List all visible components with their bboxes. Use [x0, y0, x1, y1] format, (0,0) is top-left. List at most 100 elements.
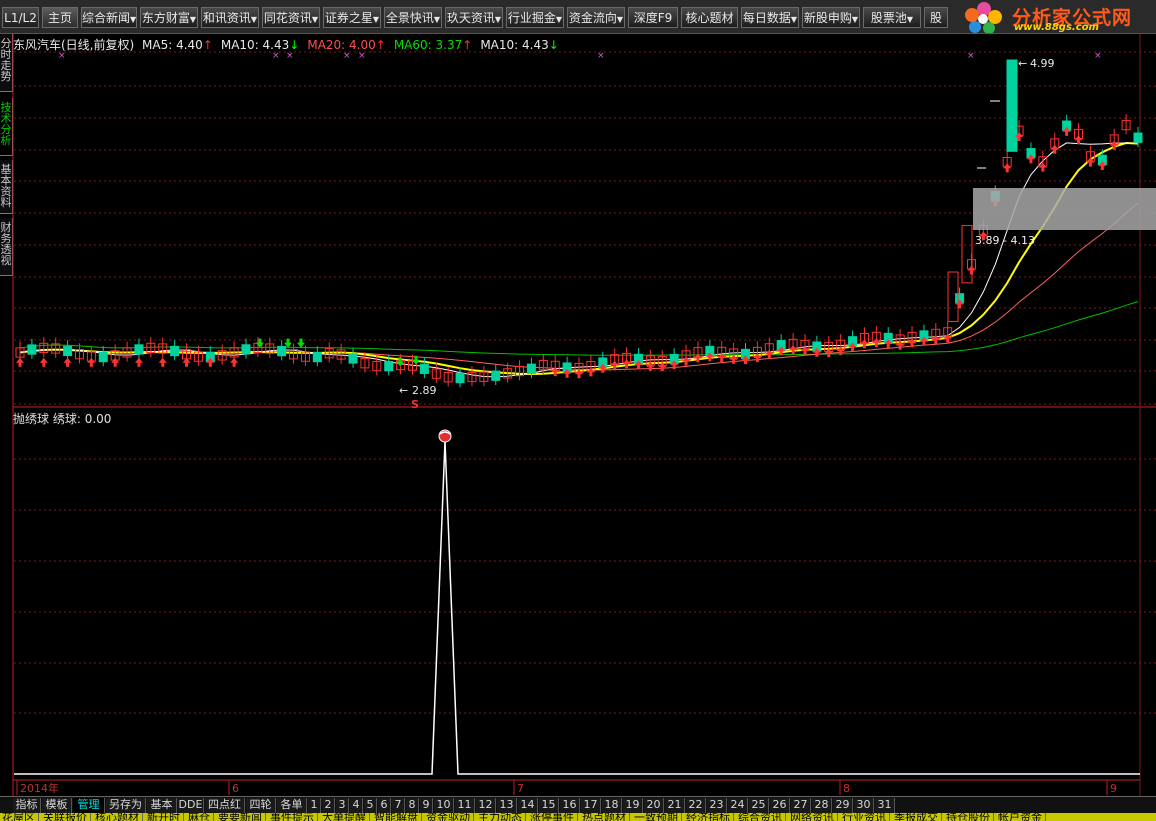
bottom-day-tab[interactable]: 19 — [623, 798, 643, 813]
toolbar-button-0[interactable]: L1/L2 — [2, 7, 39, 28]
bottom-tool-tab[interactable]: 指标 — [13, 798, 41, 813]
bottom-day-tab[interactable]: 22 — [686, 798, 706, 813]
toolbar-button-label: 和讯资讯 — [202, 11, 251, 25]
toolbar-button-label: 资金流向 — [568, 11, 617, 25]
bottom-day-tab[interactable]: 4 — [350, 798, 363, 813]
bottom-tool-tab[interactable]: 另存为 — [106, 798, 146, 813]
bottom-tab-bar: 指标 模板 管理 另存为 基本 DDE 四点红 四轮 各单 1 2 3 4 5 6 7 8 9 10 11 12 13 14… — [0, 796, 1156, 813]
toolbar-button-13[interactable]: 每日数据▼ — [741, 7, 799, 28]
bottom-day-tab[interactable]: 25 — [749, 798, 769, 813]
up-arrow-icon — [1003, 163, 1012, 173]
status-bar-item[interactable]: 行业资讯 — [842, 813, 890, 821]
toolbar-button-11[interactable]: 深度F9 — [628, 7, 678, 28]
status-bar-item[interactable]: 帐户资金 — [998, 813, 1046, 821]
price-chart[interactable]: × × × × × × × × 4.99←2.89←3.89 - 4.13S 2014年 6 7 8… — [0, 34, 1156, 821]
candle-body — [241, 344, 251, 355]
bottom-day-tab[interactable]: 5 — [364, 798, 377, 813]
status-bar-item[interactable]: 事件提示 — [270, 813, 318, 821]
dropdown-arrow-icon: ▼ — [616, 15, 624, 24]
signal-markers: × × × × × × × × — [16, 51, 1119, 379]
bottom-day-tab[interactable]: 12 — [476, 798, 496, 813]
status-bar-item[interactable]: 智能解盘 — [374, 813, 422, 821]
status-bar-item[interactable]: 麻仓 — [188, 813, 214, 821]
status-bar-item[interactable]: 新开时 — [147, 813, 184, 821]
toolbar-button-14[interactable]: 新股申购▼ — [802, 7, 860, 28]
candle-body — [98, 351, 108, 363]
status-bar-item[interactable]: 主力动态 — [478, 813, 526, 821]
bottom-day-tab[interactable]: 24 — [728, 798, 748, 813]
bottom-day-tab[interactable]: 18 — [602, 798, 622, 813]
indicator-panel — [14, 429, 1140, 775]
bottom-day-tab[interactable]: 30 — [854, 798, 874, 813]
bottom-tool-tab[interactable]: 管理 — [73, 798, 105, 813]
status-bar-item[interactable]: 花屋区 — [2, 813, 39, 821]
status-bar-item[interactable]: 资金驱动 — [426, 813, 474, 821]
toolbar-button-4[interactable]: 和讯资讯▼ — [201, 7, 259, 28]
toolbar-button-10[interactable]: 资金流向▼ — [567, 7, 625, 28]
highlight-box — [973, 188, 1156, 230]
status-bar-item[interactable]: 经济指标 — [686, 813, 734, 821]
bottom-day-tab[interactable]: 2 — [322, 798, 335, 813]
ma10-line — [19, 141, 1139, 376]
bottom-day-tab[interactable]: 6 — [378, 798, 391, 813]
status-bar-item[interactable]: 大单提醒 — [322, 813, 370, 821]
x-marker-icon: × — [1094, 51, 1102, 61]
bottom-day-tab[interactable]: 23 — [707, 798, 727, 813]
toolbar-button-1[interactable]: 主页 — [42, 7, 78, 28]
bottom-day-tab[interactable]: 1 — [308, 798, 321, 813]
bottom-tool-tab[interactable]: 基本 — [147, 798, 177, 813]
status-bar-item[interactable]: 持仓股份 — [946, 813, 994, 821]
toolbar-button-8[interactable]: 玖天资讯▼ — [445, 7, 503, 28]
toolbar-button-12[interactable]: 核心题材 — [681, 7, 738, 28]
toolbar-button-7[interactable]: 全景快讯▼ — [384, 7, 442, 28]
bottom-day-tab[interactable]: 28 — [812, 798, 832, 813]
bottom-day-tab[interactable]: 3 — [336, 798, 349, 813]
bottom-day-tab[interactable]: 8 — [406, 798, 419, 813]
status-bar-item[interactable]: 关联报价 — [43, 813, 91, 821]
status-bar-item[interactable]: 核心题材 — [95, 813, 143, 821]
candle-body — [384, 360, 394, 372]
bottom-day-tab[interactable]: 15 — [539, 798, 559, 813]
up-arrow-icon — [158, 357, 167, 367]
bottom-tool-tab[interactable]: DDE — [178, 798, 204, 813]
status-bar-item[interactable]: 要要新闻 — [218, 813, 266, 821]
dropdown-arrow-icon: ▼ — [494, 15, 502, 24]
ma-legend-value: MA20: 4.00 — [307, 38, 376, 52]
bottom-day-tab[interactable]: 27 — [791, 798, 811, 813]
toolbar-button-15[interactable]: 股票池▼ — [863, 7, 921, 28]
toolbar-button-9[interactable]: 行业掘金▼ — [506, 7, 564, 28]
bottom-day-tab[interactable]: 11 — [455, 798, 475, 813]
status-bar-item[interactable]: 热点题材 — [582, 813, 630, 821]
toolbar-button-5[interactable]: 同花资讯▼ — [262, 7, 320, 28]
bottom-day-tab[interactable]: 21 — [665, 798, 685, 813]
toolbar-button-3[interactable]: 东方财富▼ — [140, 7, 198, 28]
bottom-day-tab[interactable]: 20 — [644, 798, 664, 813]
status-bar-item[interactable]: 综合资讯 — [738, 813, 786, 821]
bottom-day-tab[interactable]: 17 — [581, 798, 601, 813]
bottom-day-tab[interactable]: 13 — [497, 798, 517, 813]
status-bar-item[interactable]: 一致预期 — [634, 813, 682, 821]
arrow-up-icon: ↑ — [375, 38, 386, 52]
bottom-tool-tab[interactable]: 四点红 — [205, 798, 245, 813]
toolbar-button-16[interactable]: 股 — [924, 7, 948, 28]
bottom-day-tab[interactable]: 31 — [875, 798, 895, 813]
bottom-day-tab[interactable]: 9 — [420, 798, 433, 813]
status-bar-item[interactable]: 季报成交 — [894, 813, 942, 821]
toolbar-button-2[interactable]: 综合新闻▼ — [81, 7, 137, 28]
toolbar-button-6[interactable]: 证券之星▼ — [323, 7, 381, 28]
up-arrow-icon — [872, 338, 881, 348]
status-bar-item[interactable]: 网络资讯 — [790, 813, 838, 821]
bottom-day-tab[interactable]: 16 — [560, 798, 580, 813]
bottom-day-tab[interactable]: 29 — [833, 798, 853, 813]
up-arrow-icon — [789, 345, 798, 355]
bottom-day-tab[interactable]: 7 — [392, 798, 405, 813]
signal-line — [14, 440, 1140, 775]
bottom-tool-tab[interactable]: 模板 — [42, 798, 72, 813]
bottom-day-tab[interactable]: 14 — [518, 798, 538, 813]
bottom-tool-tab[interactable]: 各单 — [277, 798, 307, 813]
status-bar-item[interactable]: 涨停事件 — [530, 813, 578, 821]
bottom-day-tab[interactable]: 10 — [434, 798, 454, 813]
bottom-tool-tab[interactable]: 四轮 — [246, 798, 276, 813]
up-arrow-icon — [860, 339, 869, 349]
bottom-day-tab[interactable]: 26 — [770, 798, 790, 813]
